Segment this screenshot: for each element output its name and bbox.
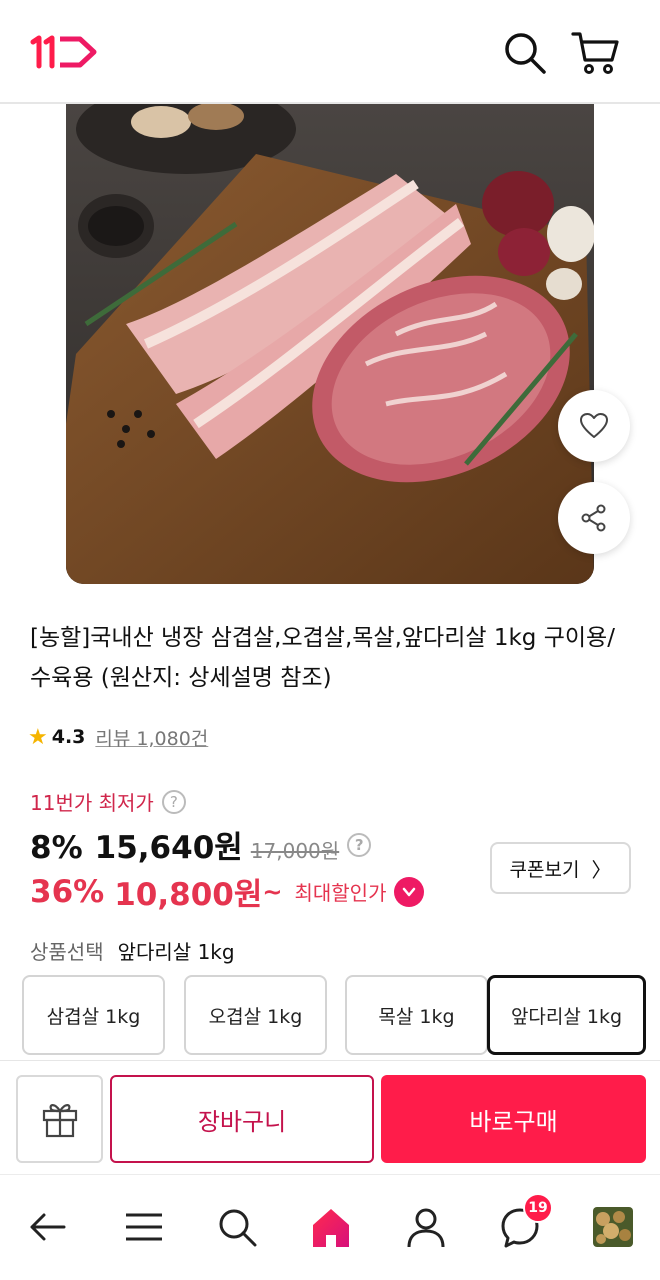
coupon-button-label: 쿠폰보기 [509,858,580,881]
product-photo[interactable] [66,104,594,584]
purchase-action-bar: 장바구니 바로구매 [0,1060,660,1174]
discount-percent: 8% [30,830,83,866]
original-price: 17,000원 [250,839,340,863]
recent-item-thumbnail[interactable] [593,1207,633,1247]
coupon-discount-percent: 36% [30,873,105,910]
price-tilde: ~ [262,877,283,906]
option-moksal[interactable]: 목살 1kg [345,975,488,1055]
lowest-price-text: 11번가 최저가 [30,791,154,815]
person-icon[interactable] [402,1203,450,1251]
option-label: 상품선택 [30,940,104,964]
share-icon [581,504,606,532]
cart-icon[interactable] [570,28,620,78]
option-samgyeopsal[interactable]: 삼겹살 1kg [22,975,165,1055]
product-title: [농할]국내산 냉장 삼겹살,오겹살,목살,앞다리살 1kg 구이용/수육용 (… [30,625,615,691]
gift-icon [42,1104,77,1138]
home-icon[interactable] [307,1203,355,1251]
option-selection-row: 상품선택 앞다리살 1kg [30,936,235,965]
back-icon[interactable] [24,1203,72,1251]
option-ogyeopsal[interactable]: 오겹살 1kg [184,975,327,1055]
lowest-price-label: 11번가 최저가 ? [30,787,186,816]
option-apdarisal[interactable]: 앞다리살 1kg [487,975,646,1055]
11st-logo-icon[interactable] [30,30,100,74]
coupon-price: 10,800원 [114,877,263,913]
rating-score: 4.3 [51,726,86,748]
coupon-price-row: 36% 10,800원 ~ 최대할인가 [30,869,425,914]
review-link[interactable]: 리뷰 1,080건 [95,724,208,751]
sale-price: 15,640원 [94,830,243,866]
help-icon[interactable]: ? [161,789,186,814]
help-icon[interactable]: ? [347,832,372,857]
search-icon[interactable] [500,28,550,78]
sale-price-row: 8% 15,640원 17,000원 ? [30,822,372,867]
buy-now-button[interactable]: 바로구매 [381,1075,646,1163]
gift-button[interactable] [16,1075,103,1163]
heart-icon [580,413,608,438]
star-icon: ★ [28,724,48,750]
share-button[interactable] [558,482,630,554]
wishlist-button[interactable] [558,390,630,462]
chevron-right-icon: 〉 [591,857,612,882]
view-coupon-button[interactable]: 쿠폰보기 〉 [490,842,631,894]
top-header [0,0,660,104]
bottom-navigation: 19 [0,1174,660,1280]
add-to-cart-button[interactable]: 장바구니 [110,1075,374,1163]
max-discount-label: 최대할인가 [294,881,387,905]
selected-option: 앞다리살 1kg [117,940,235,964]
rating-row: ★ 4.3 리뷰 1,080건 [28,722,208,752]
chevron-down-icon[interactable] [394,876,425,907]
search-icon[interactable] [213,1203,261,1251]
chat-count-badge: 19 [523,1193,553,1223]
menu-icon[interactable] [120,1203,168,1251]
